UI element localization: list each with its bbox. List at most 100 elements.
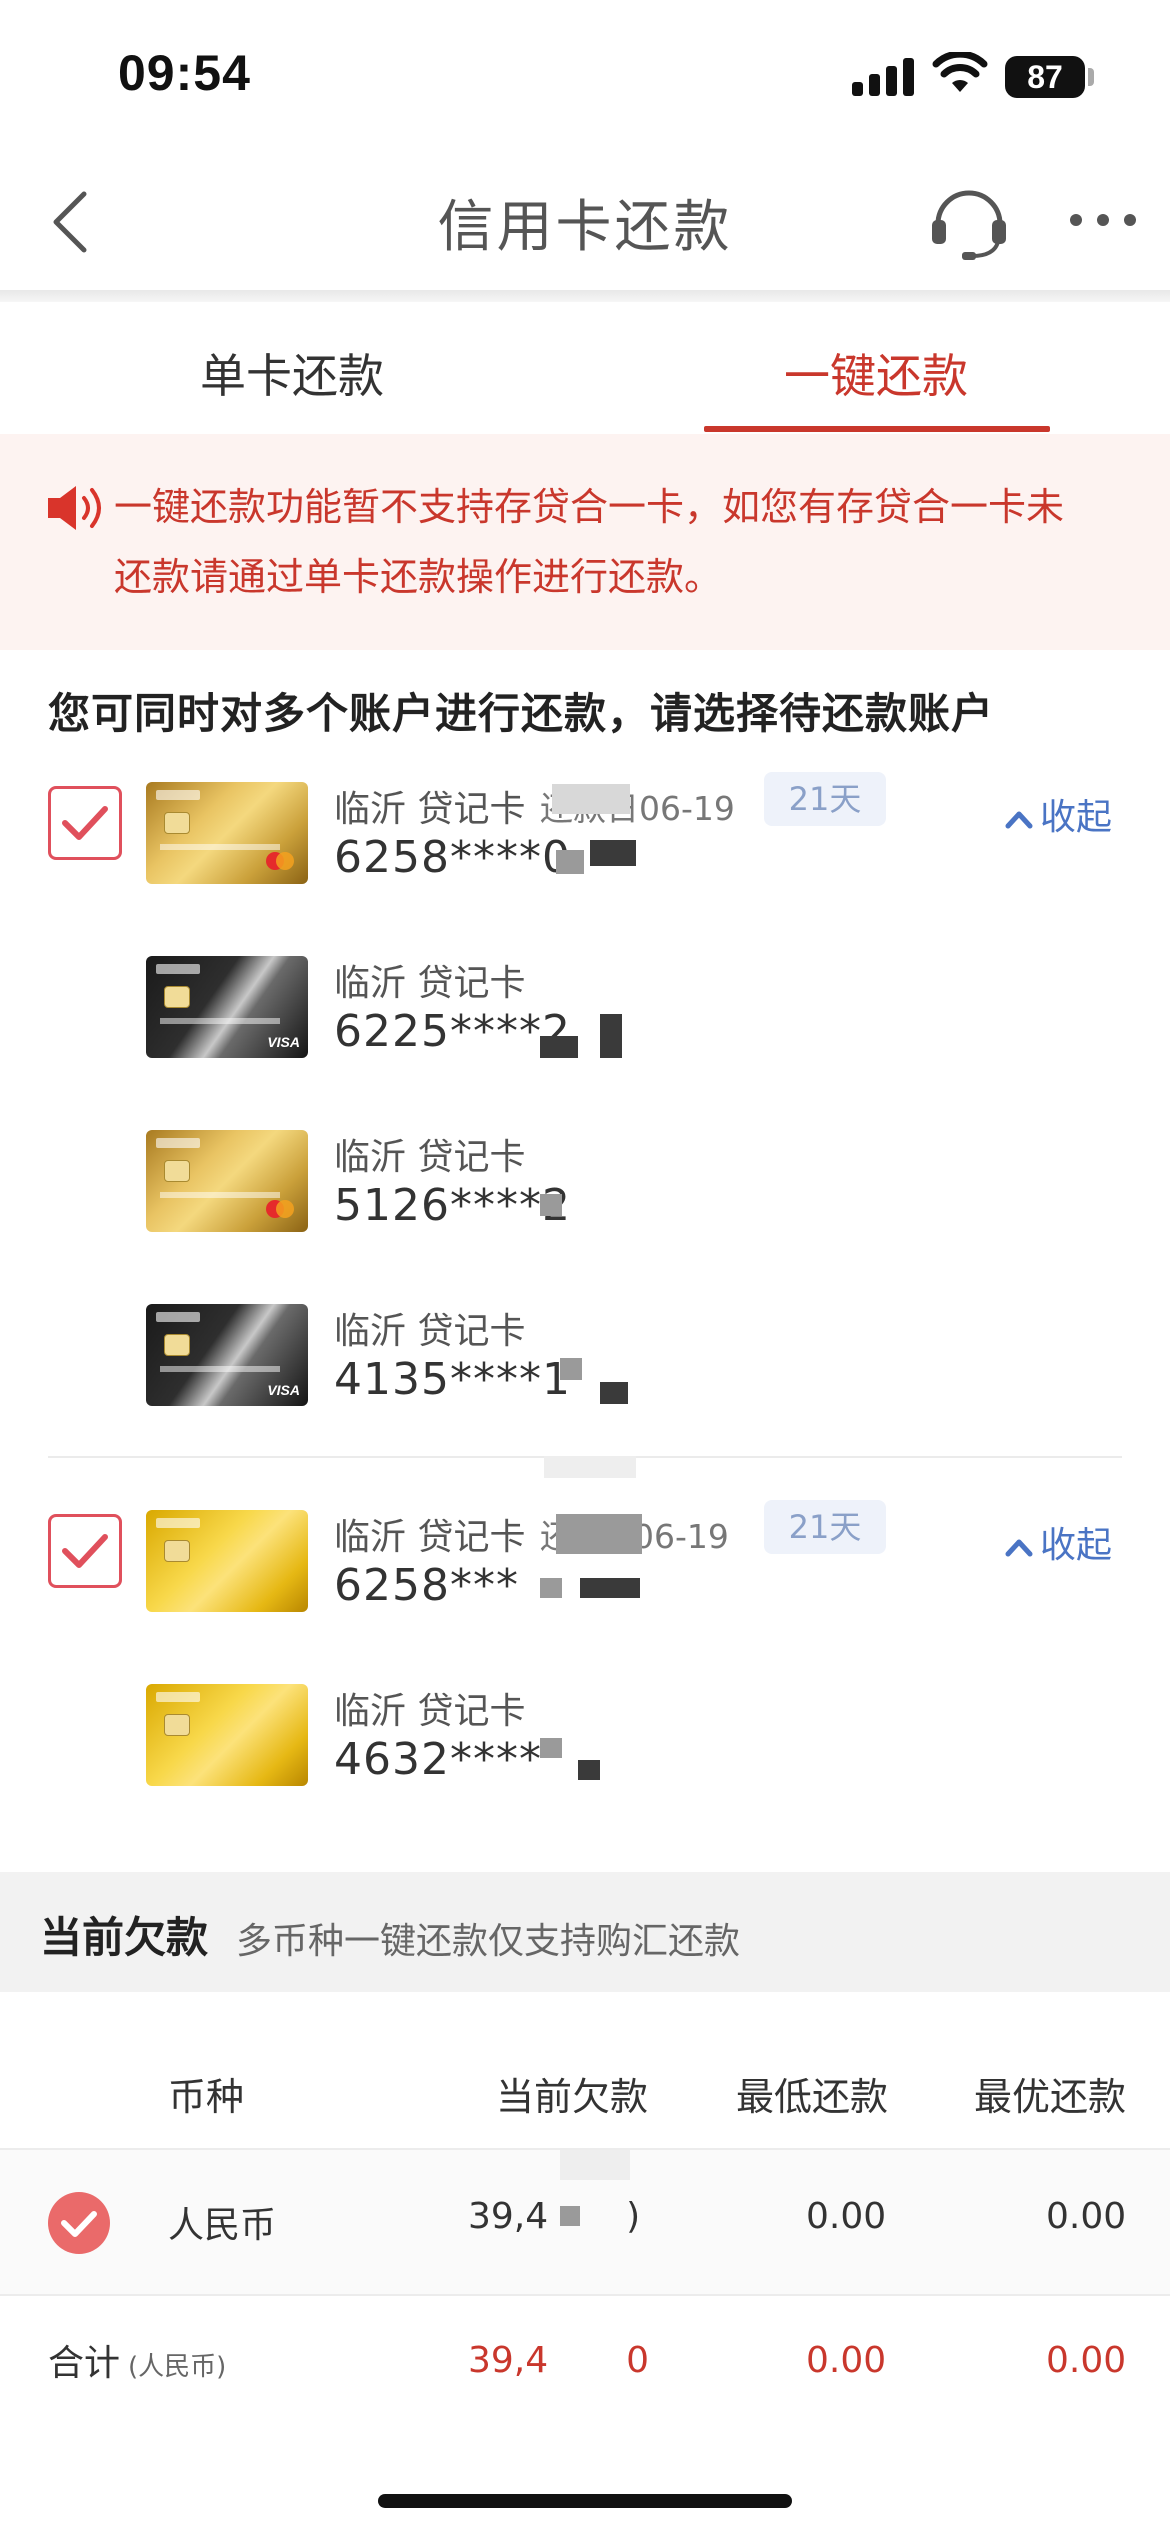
privacy-mosaic — [540, 1738, 562, 1758]
privacy-mosaic — [600, 1382, 628, 1404]
current-debt-value: 39,4 — [468, 2196, 549, 2237]
privacy-mosaic — [552, 784, 630, 814]
privacy-mosaic — [600, 1014, 622, 1058]
card-row[interactable]: 临沂 贷记卡 还款日06-19 21天 6258****0 收起 — [0, 772, 1170, 900]
total-unit: (人民币) — [128, 2352, 227, 2382]
tab-one-key[interactable]: 一键还款 — [784, 340, 968, 406]
total-current-tail: 0 — [626, 2340, 650, 2381]
wifi-icon — [932, 52, 988, 92]
active-tab-indicator — [704, 426, 1050, 432]
privacy-mosaic — [578, 1760, 600, 1780]
visa-logo-icon: VISA — [267, 1382, 300, 1398]
total-label-text: 合计 — [48, 2343, 121, 2384]
total-row: 合计 (人民币) 39,4 0 0.00 0.00 — [0, 2296, 1170, 2426]
debt-section-header: 当前欠款 多币种一键还款仅支持购汇还款 — [0, 1872, 1170, 1992]
currency-checkbox[interactable] — [48, 2192, 110, 2254]
mastercard-logo-icon — [266, 852, 294, 870]
minimum-payment: 0.00 — [806, 2196, 887, 2237]
chip-icon — [164, 986, 190, 1008]
currency-name: 人民币 — [168, 2205, 277, 2246]
headset-icon[interactable] — [928, 180, 1010, 260]
mastercard-logo-icon — [266, 1200, 294, 1218]
speaker-icon — [48, 486, 101, 530]
privacy-mosaic — [580, 1578, 640, 1598]
debt-title: 当前欠款 — [40, 1913, 209, 1962]
visa-logo-icon: VISA — [267, 1034, 300, 1050]
bank-logo-icon — [156, 964, 200, 974]
card-image: VISA — [146, 1304, 308, 1406]
privacy-mosaic — [556, 850, 584, 874]
card-image — [146, 1130, 308, 1232]
card-number: 4632**** — [334, 1734, 542, 1785]
tab-single-card[interactable]: 单卡还款 — [200, 340, 384, 406]
group-checkbox[interactable] — [48, 786, 122, 860]
checkmark-icon — [62, 1534, 108, 1568]
card-name: 临沂 贷记卡 — [334, 1517, 526, 1558]
privacy-mosaic — [556, 1514, 642, 1554]
chip-icon — [164, 1160, 190, 1182]
total-label: 合计 (人民币) — [48, 2334, 226, 2386]
notice-text: 一键还款功能暂不支持存贷合一卡，如您有存贷合一卡未 还款请通过单卡还款操作进行还… — [114, 472, 1124, 612]
card-image — [146, 782, 308, 884]
notice-banner: 一键还款功能暂不支持存贷合一卡，如您有存贷合一卡未 还款请通过单卡还款操作进行还… — [0, 434, 1170, 650]
bank-logo-icon — [156, 1518, 200, 1528]
nav-divider — [0, 290, 1170, 302]
home-indicator[interactable] — [378, 2494, 792, 2508]
privacy-mosaic — [560, 2206, 580, 2226]
privacy-mosaic — [540, 1194, 562, 1216]
status-bar: 09:54 87 — [0, 0, 1170, 150]
checkmark-icon — [61, 2211, 97, 2237]
total-current-value: 39,4 — [468, 2340, 549, 2381]
section-title: 您可同时对多个账户进行还款，请选择待还款账户 — [48, 689, 995, 738]
days-badge: 21天 — [764, 1500, 886, 1554]
privacy-mosaic — [544, 1456, 636, 1478]
collapse-toggle[interactable]: 收起 — [1002, 788, 1112, 840]
status-time: 09:54 — [118, 45, 251, 101]
card-row[interactable]: VISA 临沂 贷记卡 6225****2 — [0, 954, 1170, 1074]
chip-icon — [164, 812, 190, 834]
cellular-signal-icon — [852, 58, 914, 96]
card-row[interactable]: 临沂 贷记卡 还06-19 21天 6258*** 收起 — [0, 1500, 1170, 1628]
notice-line-1: 一键还款功能暂不支持存贷合一卡，如您有存贷合一卡未 — [114, 485, 1065, 529]
card-image — [146, 1510, 308, 1612]
card-number-print — [160, 1018, 280, 1024]
card-row[interactable]: 临沂 贷记卡 5126****2 — [0, 1128, 1170, 1248]
collapse-toggle[interactable]: 收起 — [1002, 1516, 1112, 1568]
col-minimum-payment: 最低还款 — [736, 2075, 889, 2119]
chip-icon — [164, 1540, 190, 1562]
chevron-up-icon — [1005, 1539, 1033, 1557]
card-row[interactable]: 临沂 贷记卡 4632**** — [0, 1682, 1170, 1802]
privacy-mosaic — [590, 840, 636, 866]
days-badge: 21天 — [764, 772, 886, 826]
card-name: 临沂 贷记卡 — [334, 963, 526, 1004]
checkmark-icon — [62, 806, 108, 840]
group-checkbox[interactable] — [48, 1514, 122, 1588]
collapse-label: 收起 — [1040, 1525, 1113, 1566]
card-name: 临沂 贷记卡 — [334, 1691, 526, 1732]
card-row[interactable]: VISA 临沂 贷记卡 4135****1 — [0, 1302, 1170, 1422]
tab-bar: 单卡还款 一键还款 — [0, 302, 1170, 434]
card-number-print — [160, 1192, 280, 1198]
col-current-debt: 当前欠款 — [496, 2075, 649, 2119]
current-debt-tail: ) — [626, 2196, 641, 2237]
bank-logo-icon — [156, 1312, 200, 1322]
due-date-value: 06-19 — [633, 1517, 729, 1556]
bank-logo-icon — [156, 1692, 200, 1702]
total-optimal: 0.00 — [1046, 2340, 1127, 2381]
due-date-value: 06-19 — [639, 789, 735, 828]
debt-subtitle: 多币种一键还款仅支持购汇还款 — [236, 1921, 741, 1962]
card-image — [146, 1684, 308, 1786]
privacy-mosaic — [560, 2150, 630, 2180]
debt-table-header: 币种 当前欠款 最低还款 最优还款 — [0, 2048, 1170, 2148]
more-dots-icon[interactable] — [1068, 210, 1138, 230]
card-number: 6258****0 — [334, 832, 571, 883]
chip-icon — [164, 1334, 190, 1356]
total-current: 39,4 0 — [468, 2340, 649, 2381]
privacy-mosaic — [540, 1036, 578, 1058]
card-number-print — [160, 1366, 280, 1372]
chevron-up-icon — [1005, 811, 1033, 829]
card-number: 6225****2 — [334, 1006, 571, 1057]
card-number: 6258*** — [334, 1560, 519, 1611]
nav-bar: 信用卡还款 — [0, 150, 1170, 290]
table-row[interactable]: 人民币 39,4) 0.00 0.00 — [0, 2150, 1170, 2296]
